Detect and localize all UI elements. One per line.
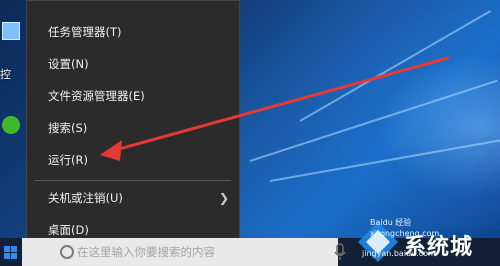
menu-separator	[35, 180, 231, 181]
menu-item-label: 搜索(S)	[48, 121, 88, 135]
wechat-shortcut[interactable]	[0, 116, 22, 134]
menu-item-label: 任务管理器(T)	[48, 25, 122, 39]
windows-logo-icon	[4, 246, 17, 259]
taskbar-search-box[interactable]: 在这里输入你要搜索的内容	[22, 238, 346, 266]
start-button[interactable]	[0, 238, 22, 266]
wallpaper-light-beam	[300, 0, 500, 230]
menu-item-search[interactable]: 搜索(S)	[27, 112, 239, 144]
menu-item-shutdown-signout[interactable]: 关机或注销(U) ❯	[27, 182, 239, 214]
menu-item-task-manager[interactable]: 任务管理器(T)	[27, 16, 239, 48]
wechat-icon	[2, 116, 20, 134]
search-placeholder: 在这里输入你要搜索的内容	[77, 245, 215, 259]
watermark-text-top: Baidu 经验	[370, 218, 412, 227]
menu-item-label: 设置(N)	[48, 57, 89, 71]
watermark-url: jingyan.baidu.com	[362, 249, 436, 258]
menu-item-settings[interactable]: 设置(N)	[27, 48, 239, 80]
menu-item-label: 运行(R)	[48, 153, 88, 167]
microphone-icon[interactable]	[334, 243, 346, 261]
menu-item-file-explorer[interactable]: 文件资源管理器(E)	[27, 80, 239, 112]
control-panel-label: 控	[0, 68, 11, 81]
chevron-right-icon: ❯	[218, 191, 229, 205]
watermark: Baidu 经验 xitongcheng.com 系统城 jingyan.bai…	[352, 210, 500, 266]
control-panel-shortcut[interactable]	[0, 22, 22, 40]
menu-item-label: 文件资源管理器(E)	[48, 89, 145, 103]
menu-item-label: 关机或注销(U)	[48, 191, 123, 205]
control-panel-icon	[2, 22, 20, 40]
cortana-circle-icon	[60, 245, 74, 259]
menu-item-label: 桌面(D)	[48, 223, 89, 237]
start-context-menu: 任务管理器(T) 设置(N) 文件资源管理器(E) 搜索(S) 运行(R) 关机…	[26, 0, 240, 247]
menu-item-run[interactable]: 运行(R)	[27, 144, 239, 176]
